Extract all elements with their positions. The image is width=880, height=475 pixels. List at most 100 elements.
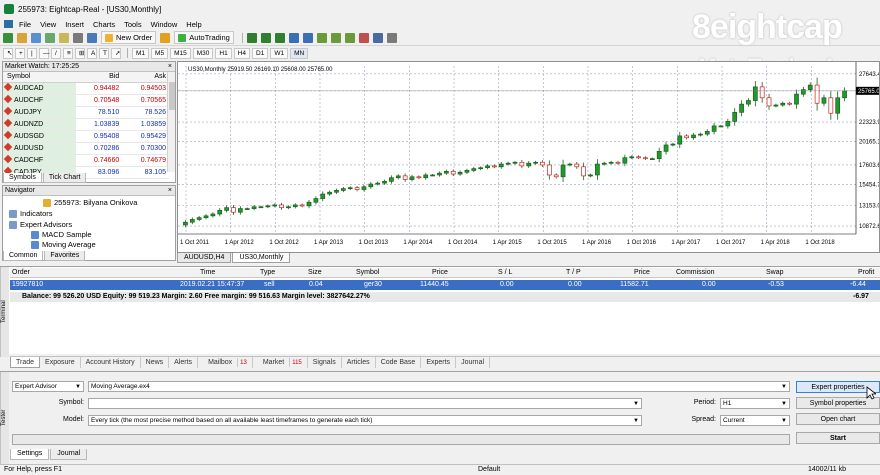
tf-m30[interactable]: M30 bbox=[192, 47, 214, 59]
tile-windows-icon[interactable] bbox=[316, 32, 327, 43]
col-bid[interactable]: Bid bbox=[75, 72, 123, 83]
model-select[interactable]: Every tick (the most precise method base… bbox=[88, 415, 642, 426]
close-icon[interactable]: × bbox=[168, 62, 172, 72]
chart-shift-icon[interactable] bbox=[330, 32, 341, 43]
col-sl[interactable]: S / L bbox=[498, 269, 512, 276]
new-chart-icon[interactable] bbox=[3, 32, 13, 43]
tf-w1[interactable]: W1 bbox=[270, 47, 289, 59]
col-ask[interactable]: Ask bbox=[122, 72, 169, 83]
menu-insert[interactable]: Insert bbox=[65, 20, 84, 29]
templates-icon[interactable] bbox=[386, 32, 397, 43]
tab-news[interactable]: News bbox=[141, 357, 170, 368]
tab-signals[interactable]: Signals bbox=[308, 357, 342, 368]
menu-charts[interactable]: Charts bbox=[93, 20, 115, 29]
col-type[interactable]: Type bbox=[260, 269, 275, 276]
expert-select[interactable]: Moving Average.ex4 ▼ bbox=[88, 381, 790, 392]
tf-h4[interactable]: H4 bbox=[233, 47, 250, 59]
market-watch-row[interactable]: CADCHF 0.74660 0.74679 bbox=[3, 154, 169, 167]
col-cur-price[interactable]: Price bbox=[634, 269, 650, 276]
chart-window[interactable]: US30,Monthly 25919.50 26169.10 25608.00 … bbox=[177, 61, 880, 253]
crosshair-icon[interactable]: + bbox=[15, 47, 25, 59]
text-icon[interactable]: A bbox=[87, 47, 97, 59]
nav-account[interactable]: 255973: Bilyana Onikova bbox=[43, 198, 137, 207]
tab-market[interactable]: Market 115 bbox=[253, 357, 308, 368]
navigator-icon[interactable] bbox=[59, 32, 69, 43]
bar-chart-icon[interactable] bbox=[246, 32, 257, 43]
profiles-icon[interactable] bbox=[17, 32, 27, 43]
nav-indicators[interactable]: Indicators bbox=[9, 209, 53, 218]
indicators-icon[interactable] bbox=[358, 32, 369, 43]
tab-tick-chart[interactable]: Tick Chart bbox=[42, 173, 87, 183]
market-watch-row[interactable]: AUDCAD 0.94482 0.94503 bbox=[3, 82, 169, 95]
menu-help[interactable]: Help bbox=[186, 20, 201, 29]
tab-symbols[interactable]: Symbols bbox=[3, 173, 42, 183]
order-row[interactable]: 19927810 2019.02.21 15:47:37 sell 0.04 g… bbox=[10, 280, 880, 290]
vertical-line-icon[interactable]: | bbox=[27, 47, 37, 59]
new-order-button[interactable]: New Order bbox=[101, 31, 157, 44]
period-select[interactable]: H1 ▼ bbox=[720, 398, 790, 409]
col-profit[interactable]: Profit bbox=[858, 269, 874, 276]
tab-tester-journal[interactable]: Journal bbox=[50, 449, 88, 460]
tab-exposure[interactable]: Exposure bbox=[40, 357, 81, 368]
tf-mn[interactable]: MN bbox=[290, 47, 309, 59]
tab-journal[interactable]: Journal bbox=[456, 357, 491, 368]
market-watch-row[interactable]: AUDNZD 1.03839 1.03859 bbox=[3, 118, 169, 131]
nav-moving-average[interactable]: Moving Average bbox=[31, 240, 96, 249]
menu-view[interactable]: View bbox=[40, 20, 56, 29]
tf-m1[interactable]: M1 bbox=[132, 47, 150, 59]
tf-m15[interactable]: M15 bbox=[170, 47, 191, 59]
candlestick-icon[interactable] bbox=[260, 32, 271, 43]
start-button[interactable]: Start bbox=[796, 432, 880, 444]
market-watch-row[interactable]: AUDCHF 0.70548 0.70565 bbox=[3, 94, 169, 107]
channel-icon[interactable]: ≡ bbox=[63, 47, 73, 59]
arrow-icon[interactable]: ➚ bbox=[111, 47, 121, 59]
menu-window[interactable]: Window bbox=[151, 20, 178, 29]
tf-m5[interactable]: M5 bbox=[151, 47, 169, 59]
col-swap[interactable]: Swap bbox=[766, 269, 784, 276]
menu-tools[interactable]: Tools bbox=[124, 20, 142, 29]
line-chart-icon[interactable] bbox=[274, 32, 285, 43]
data-window-icon[interactable] bbox=[45, 32, 55, 43]
col-commission[interactable]: Commission bbox=[676, 269, 715, 276]
tab-settings[interactable]: Settings bbox=[10, 449, 50, 460]
cursor-icon[interactable]: ↖ bbox=[3, 47, 13, 59]
close-icon[interactable]: × bbox=[168, 186, 172, 196]
tab-code-base[interactable]: Code Base bbox=[376, 357, 422, 368]
autoscroll-icon[interactable] bbox=[344, 32, 355, 43]
tab-favorites[interactable]: Favorites bbox=[44, 251, 86, 261]
tab-account-history[interactable]: Account History bbox=[81, 357, 141, 368]
menu-file[interactable]: File bbox=[19, 20, 31, 29]
tab-common[interactable]: Common bbox=[3, 251, 44, 261]
market-watch-row[interactable]: AUDJPY 78.510 78.526 bbox=[3, 106, 169, 119]
tab-experts[interactable]: Experts bbox=[421, 357, 457, 368]
fibonacci-icon[interactable]: ⊞ bbox=[75, 47, 85, 59]
nav-macd-sample[interactable]: MACD Sample bbox=[31, 230, 92, 239]
tf-d1[interactable]: D1 bbox=[252, 47, 269, 59]
nav-expert-advisors[interactable]: Expert Advisors bbox=[9, 220, 72, 229]
symbol-select[interactable]: ▼ bbox=[88, 398, 642, 409]
trendline-icon[interactable]: / bbox=[51, 47, 61, 59]
terminal-icon[interactable] bbox=[73, 32, 83, 43]
col-order[interactable]: Order bbox=[12, 269, 30, 276]
col-size[interactable]: Size bbox=[308, 269, 322, 276]
col-symbol[interactable]: Symbol bbox=[356, 269, 379, 276]
tester-icon[interactable] bbox=[87, 32, 97, 43]
metaeditor-icon[interactable] bbox=[160, 32, 171, 43]
mode-select[interactable]: Expert Advisor ▼ bbox=[12, 381, 84, 392]
horizontal-line-icon[interactable]: — bbox=[39, 47, 50, 59]
market-watch-row[interactable]: AUDUSD 0.70286 0.70300 bbox=[3, 142, 169, 155]
chart-tab-audusd[interactable]: AUDUSD,H4 bbox=[177, 253, 232, 263]
col-symbol[interactable]: Symbol bbox=[3, 72, 76, 83]
autotrading-button[interactable]: AutoTrading bbox=[174, 31, 234, 44]
candlestick-chart[interactable]: US30,Monthly 25919.50 26169.10 25608.00 … bbox=[178, 62, 880, 252]
chart-tab-us30[interactable]: US30,Monthly bbox=[232, 253, 291, 263]
tab-articles[interactable]: Articles bbox=[342, 357, 376, 368]
market-watch-scrollbar[interactable] bbox=[167, 72, 175, 172]
col-price[interactable]: Price bbox=[432, 269, 448, 276]
tab-trade[interactable]: Trade bbox=[10, 357, 41, 368]
col-time[interactable]: Time bbox=[200, 269, 215, 276]
market-watch-row[interactable]: AUDSGD 0.95408 0.95429 bbox=[3, 130, 169, 143]
periods-icon[interactable] bbox=[372, 32, 383, 43]
tf-h1[interactable]: H1 bbox=[215, 47, 232, 59]
zoom-in-icon[interactable] bbox=[288, 32, 299, 43]
